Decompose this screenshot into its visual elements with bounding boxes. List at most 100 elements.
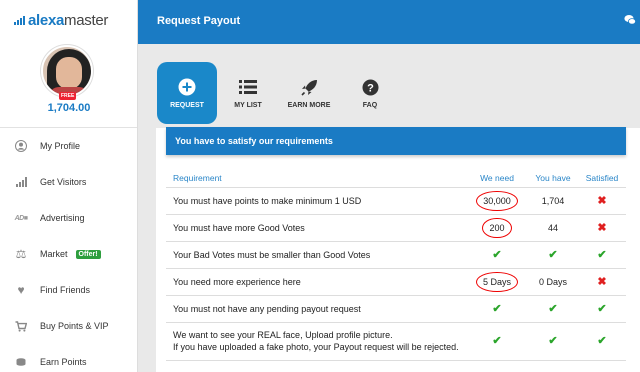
have-value: 1,704 (528, 187, 578, 215)
logo[interactable]: alexamaster (0, 0, 137, 40)
annotation-circle: 200 (482, 217, 512, 238)
requirement-text: You need more experience here (166, 268, 466, 296)
sidebar-item-label: Market (40, 249, 68, 259)
header-you-have: You have (528, 170, 578, 188)
requirement-text: You must have points to make minimum 1 U… (166, 187, 466, 215)
tab-my-list[interactable]: MY LIST (218, 62, 278, 124)
table-row: You must not have any pending payout req… (166, 295, 626, 323)
check-icon: ✔ (492, 303, 502, 315)
sidebar-nav: My Profile Get Visitors AD■ Advertising … (0, 128, 137, 372)
table-row: Your Bad Votes must be smaller than Good… (166, 241, 626, 269)
avatar[interactable] (41, 45, 93, 97)
sidebar-item-label: Buy Points & VIP (40, 321, 109, 331)
sidebar-item-my-profile[interactable]: My Profile (0, 128, 137, 164)
annotation-circle: 30,000 (476, 190, 518, 211)
check-icon: ✔ (492, 335, 502, 347)
annotation-circle: 5 Days (475, 271, 518, 292)
offer-badge: Offer! (75, 249, 101, 259)
check-icon: ✔ (548, 249, 558, 261)
tab-label: MY LIST (234, 102, 262, 109)
page-title: Request Payout (157, 15, 241, 27)
satisfied-cell: ✖ (578, 214, 626, 242)
sidebar-item-label: Earn Points (40, 357, 87, 367)
sidebar-item-label: My Profile (40, 141, 81, 151)
requirements-banner: You have to satisfy our requirements (166, 127, 626, 155)
sidebar-item-advertising[interactable]: AD■ Advertising (0, 200, 137, 236)
user-icon (14, 139, 28, 153)
sidebar-item-label: Advertising (40, 213, 85, 223)
have-value: ✔ (528, 295, 578, 323)
satisfied-cell: ✔ (578, 322, 626, 361)
free-badge: FREE (59, 92, 77, 100)
sidebar-item-get-visitors[interactable]: Get Visitors (0, 164, 137, 200)
cross-icon: ✖ (597, 222, 607, 234)
tab-faq[interactable]: ? FAQ (340, 62, 400, 124)
need-value: ✔ (466, 241, 528, 269)
check-icon: ✔ (597, 335, 607, 347)
sidebar-item-label: Get Visitors (40, 177, 87, 187)
have-value: 0 Days (528, 268, 578, 296)
requirements-table: Requirement We need You have Satisfied Y… (166, 170, 626, 361)
need-value: ✔ (466, 295, 528, 323)
tab-label: EARN MORE (287, 102, 331, 109)
heart-icon: ♥ (17, 283, 25, 297)
table-row: You must have more Good Votes 200 44 ✖ (166, 214, 626, 242)
satisfied-cell: ✖ (578, 268, 626, 296)
question-icon: ? (340, 72, 400, 102)
table-header-row: Requirement We need You have Satisfied (166, 170, 626, 188)
have-value: 44 (528, 214, 578, 242)
check-icon: ✔ (597, 303, 607, 315)
rocket-icon (279, 72, 339, 102)
requirement-line: If you have uploaded a fake photo, your … (173, 342, 459, 352)
cross-icon: ✖ (597, 195, 607, 207)
tab-request[interactable]: REQUEST (157, 62, 217, 124)
sidebar-item-earn-points[interactable]: Earn Points (0, 344, 137, 372)
page-header: Request Payout (138, 0, 640, 44)
cross-icon: ✖ (597, 276, 607, 288)
satisfied-cell: ✖ (578, 187, 626, 215)
sidebar-item-buy-points[interactable]: Buy Points & VIP (0, 308, 137, 344)
header-we-need: We need (466, 170, 528, 188)
check-icon: ✔ (597, 249, 607, 261)
ad-icon: AD■ (14, 214, 28, 222)
sidebar-item-find-friends[interactable]: ♥ Find Friends (0, 272, 137, 308)
satisfied-cell: ✔ (578, 295, 626, 323)
chat-icon[interactable] (624, 14, 636, 26)
signal-bars-icon (14, 175, 28, 189)
logo-bars-icon (14, 15, 25, 25)
logo-text-light: master (64, 11, 109, 29)
have-value: ✔ (528, 241, 578, 269)
sidebar-item-market[interactable]: ⚖ Market Offer! (0, 236, 137, 272)
header-satisfied: Satisfied (578, 170, 626, 188)
satisfied-cell: ✔ (578, 241, 626, 269)
requirement-line: We want to see your REAL face, Upload pr… (173, 330, 393, 340)
tab-label: REQUEST (170, 102, 204, 109)
coins-icon (14, 355, 28, 369)
table-row: You must have points to make minimum 1 U… (166, 187, 626, 215)
scale-icon: ⚖ (15, 247, 27, 261)
sidebar-item-label: Find Friends (40, 285, 91, 295)
svg-text:?: ? (367, 82, 374, 94)
requirement-text: We want to see your REAL face, Upload pr… (166, 322, 466, 361)
list-icon (218, 72, 278, 102)
sidebar: alexamaster FREE 1,704.00 My Profile Get… (0, 0, 138, 372)
need-value: 200 (466, 214, 528, 242)
check-icon: ✔ (548, 303, 558, 315)
requirement-text: You must not have any pending payout req… (166, 295, 466, 323)
check-icon: ✔ (548, 335, 558, 347)
points-balance: 1,704.00 (47, 102, 91, 114)
need-value: ✔ (466, 322, 528, 361)
logo-text-bold: alexa (28, 11, 65, 29)
check-icon: ✔ (492, 249, 502, 261)
requirement-text: Your Bad Votes must be smaller than Good… (166, 241, 466, 269)
tab-earn-more[interactable]: EARN MORE (279, 62, 339, 124)
need-value: 30,000 (466, 187, 528, 215)
table-row: You need more experience here 5 Days 0 D… (166, 268, 626, 296)
tab-label: FAQ (362, 102, 378, 109)
profile-card: FREE 1,704.00 (0, 40, 137, 128)
need-value: 5 Days (466, 268, 528, 296)
cart-icon (14, 319, 28, 333)
plus-circle-icon (157, 72, 217, 102)
header-requirement: Requirement (166, 170, 466, 188)
have-value: ✔ (528, 322, 578, 361)
